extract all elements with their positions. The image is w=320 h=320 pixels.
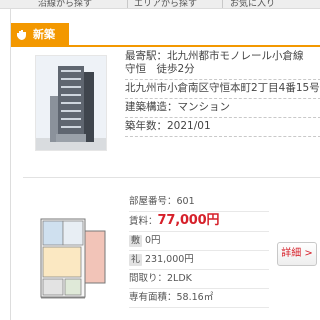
rent-value: 77,000円 xyxy=(157,213,220,228)
building-image xyxy=(36,56,106,150)
building-photo[interactable] xyxy=(35,55,107,151)
deposit-value: 0円 xyxy=(145,235,161,246)
room-number: 部屋番号：601 xyxy=(129,193,269,212)
deposit-tag: 敷 xyxy=(129,234,143,247)
tab-search-by-line[interactable]: 沿線から探す xyxy=(38,0,92,8)
top-nav: 沿線から探す エリアから探す お気に入り xyxy=(0,0,320,9)
building-structure: 建築構造：マンション xyxy=(125,99,320,118)
tab-search-by-area[interactable]: エリアから探す xyxy=(134,0,197,8)
section-divider xyxy=(23,177,320,178)
room-layout: 間取り：2LDK xyxy=(129,270,269,289)
listing-panel: 新築 最寄駅：北九州都市モノレール小倉線 守恒 徒歩2分 北九州市小倉南区守恒本… xyxy=(10,9,320,320)
room-info: 部屋番号：601 賃料：77,000円 敷 0円 礼 231,000円 間取り：2L… xyxy=(129,193,269,308)
rent-row: 賃料：77,000円 xyxy=(129,212,269,232)
property-address: 北九州市小倉南区守恒本町2丁目4番15号 xyxy=(125,80,320,99)
tab-favorites[interactable]: お気に入り xyxy=(230,0,275,8)
deposit-row: 敷 0円 xyxy=(129,232,269,251)
detail-button[interactable]: 詳細 > xyxy=(277,242,317,266)
nav-divider xyxy=(127,0,128,8)
property-info: 最寄駅：北九州都市モノレール小倉線 守恒 徒歩2分 北九州市小倉南区守恒本町2丁… xyxy=(125,48,320,137)
key-money-row: 礼 231,000円 xyxy=(129,251,269,270)
new-badge-label: 新築 xyxy=(33,28,55,41)
rent-label: 賃料： xyxy=(129,216,158,227)
floor-area: 専有面積：58.16㎡ xyxy=(129,289,269,308)
nav-divider xyxy=(222,0,223,8)
hand-icon xyxy=(17,30,26,40)
key-money-tag: 礼 xyxy=(129,253,143,266)
building-age: 築年数：2021/01 xyxy=(125,118,320,137)
floor-plan-drawing xyxy=(40,218,106,299)
nearest-station: 最寄駅：北九州都市モノレール小倉線 守恒 徒歩2分 xyxy=(125,48,320,80)
key-money-value: 231,000円 xyxy=(145,254,194,265)
new-badge: 新築 xyxy=(11,23,69,47)
floor-plan-image[interactable] xyxy=(37,217,111,301)
badge-row: 新築 xyxy=(11,23,320,47)
